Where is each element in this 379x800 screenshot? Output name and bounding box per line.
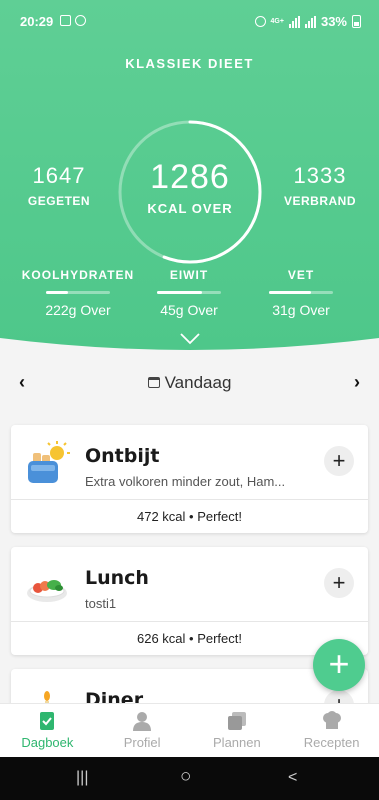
signal-icon	[288, 15, 300, 28]
macro-protein-bar	[157, 291, 221, 294]
plans-icon	[227, 712, 246, 730]
meal-description: Extra volkoren minder zout, Ham...	[85, 474, 286, 489]
salad-plate-icon	[27, 580, 67, 602]
macro-protein-value: 45g Over	[160, 302, 218, 318]
home-button[interactable]: ○	[180, 766, 191, 788]
tab-profiel[interactable]: Profiel	[95, 704, 190, 757]
bottom-tab-bar: Dagboek Profiel Plannen Recepten	[0, 703, 379, 757]
add-floating-button[interactable]: +	[313, 639, 365, 691]
date-label: Vandaag	[164, 373, 232, 392]
burned-label: VERBRAND	[283, 194, 356, 208]
chef-hat-icon	[322, 711, 341, 729]
signal-icon-2	[304, 15, 316, 28]
meal-card-lunch[interactable]: Lunch tosti1 + 626 kcal • Perfect!	[11, 547, 368, 655]
kcal-remaining: 1286	[150, 158, 230, 196]
tab-label: Recepten	[303, 735, 360, 750]
system-navigation-bar: ||| ○ <	[0, 757, 379, 800]
tab-recepten[interactable]: Recepten	[284, 704, 379, 757]
calendar-icon	[147, 377, 160, 388]
kcal-remaining-label: KCAL OVER	[147, 201, 233, 216]
meal-description: tosti1	[85, 596, 117, 611]
next-day-button[interactable]: ›	[347, 372, 367, 393]
date-selector[interactable]: Vandaag	[0, 373, 379, 393]
meal-name: Ontbijt	[85, 445, 160, 467]
toaster-icon	[28, 441, 70, 483]
macro-fat-bar	[269, 291, 333, 294]
tab-label: Dagboek	[21, 735, 74, 750]
add-food-button[interactable]: +	[324, 568, 354, 598]
meal-card-breakfast[interactable]: Ontbijt Extra volkoren minder zout, Ham.…	[11, 425, 368, 533]
summary-header: 20:29 4G+ 33% KLASSIEK DIEET 1286 KCAL O…	[0, 0, 379, 360]
tab-label: Plannen	[213, 735, 261, 750]
add-food-button[interactable]: +	[324, 446, 354, 476]
status-time: 20:29	[20, 14, 54, 29]
macro-carbs-bar	[46, 291, 110, 294]
macro-fat-name: VET	[287, 268, 315, 282]
eaten-value: 1647	[32, 163, 86, 188]
tab-label: Profiel	[123, 735, 161, 750]
network-type: 4G+	[270, 18, 284, 25]
tab-plannen[interactable]: Plannen	[190, 704, 285, 757]
eaten-label: GEGETEN	[27, 194, 91, 208]
notification-icon	[75, 15, 86, 26]
macro-carbs: KOOLHYDRATEN 222g Over	[19, 268, 137, 318]
macro-fat: VET 31g Over	[242, 268, 360, 318]
back-button[interactable]: <	[288, 769, 297, 787]
status-bar: 20:29 4G+ 33%	[0, 10, 379, 34]
meal-summary: 626 kcal • Perfect!	[11, 621, 368, 655]
diet-title[interactable]: KLASSIEK DIEET	[0, 56, 379, 71]
macro-protein: EIWIT 45g Over	[130, 268, 248, 318]
meal-summary: 472 kcal • Perfect!	[11, 499, 368, 533]
meal-name: Lunch	[85, 567, 149, 589]
person-icon	[133, 712, 152, 731]
battery-icon	[352, 15, 361, 28]
burned-value: 1333	[293, 163, 347, 188]
recents-button[interactable]: |||	[76, 769, 88, 787]
tab-dagboek[interactable]: Dagboek	[0, 704, 95, 757]
macro-carbs-name: KOOLHYDRATEN	[21, 268, 135, 282]
macro-carbs-value: 222g Over	[45, 302, 111, 318]
chevron-down-icon[interactable]	[180, 333, 200, 345]
gallery-icon	[60, 15, 71, 26]
alarm-icon	[254, 16, 266, 27]
macro-protein-name: EIWIT	[169, 268, 209, 282]
macro-fat-value: 31g Over	[272, 302, 330, 318]
battery-percent: 33%	[320, 14, 347, 29]
diary-icon	[40, 712, 55, 730]
